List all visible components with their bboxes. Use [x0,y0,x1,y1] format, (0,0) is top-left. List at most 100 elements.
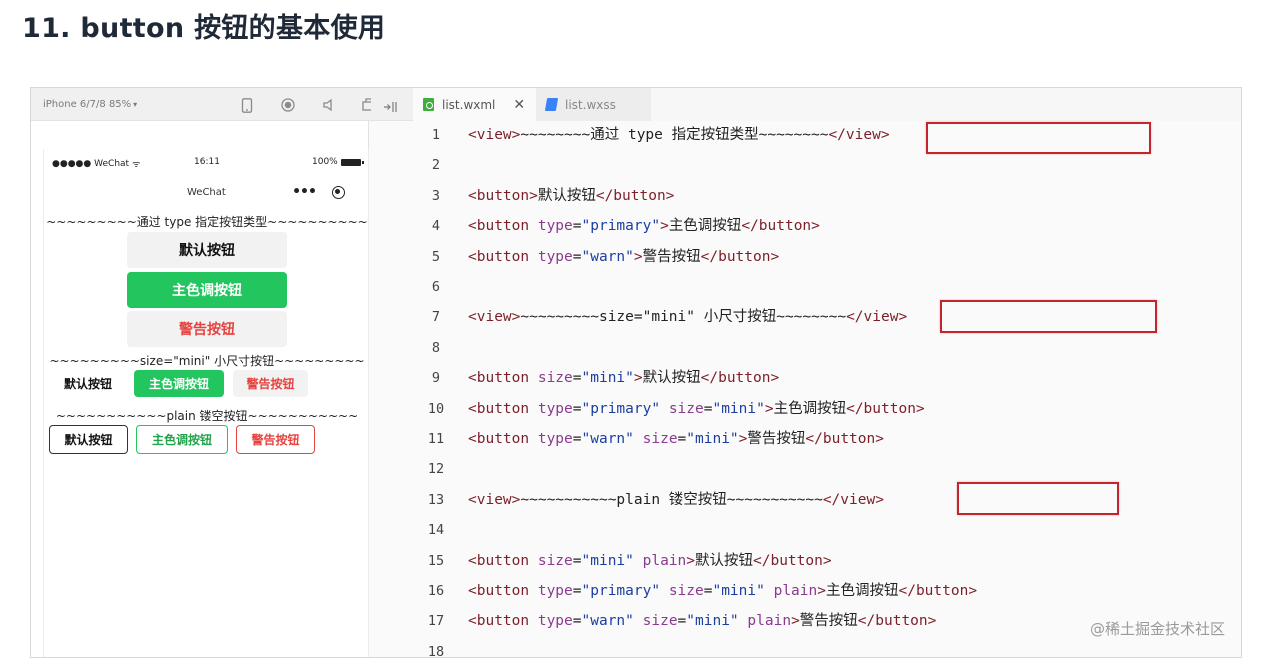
line-number: 15 [427,552,445,569]
battery-label: 100% [312,157,338,167]
code-token: 警告按钮 [642,248,701,265]
code-token: 默认按钮 [695,552,754,569]
code-token: <button [468,400,538,417]
code-line: 5 <button type="warn">警告按钮</button> [371,242,1241,272]
simulator-tools [226,95,390,115]
code-token: "mini" [712,400,765,417]
code-token: = [572,552,582,569]
tab-list-wxss[interactable]: list.wxss [536,88,651,121]
default-button[interactable]: 默认按钮 [127,232,287,268]
code-token: plain [773,583,818,599]
code-text: <button>默认按钮</button> [468,181,674,211]
code-token: > [817,583,826,599]
code-token: 主色调按钮 [668,218,742,235]
code-token: "warn" [581,248,634,265]
code-token: <button [468,552,538,569]
line-number: 12 [427,461,445,478]
close-icon[interactable]: ✕ [513,97,525,113]
code-token: </button> [700,370,780,387]
code-token: <button [468,248,538,265]
mini-primary-button[interactable]: 主色调按钮 [134,370,224,397]
code-token: 默认按钮 [642,370,701,387]
code-token: <button [468,431,538,447]
mini-warn-button[interactable]: 警告按钮 [233,370,308,397]
code-text: <button size="mini">默认按钮</button> [468,363,779,393]
code-token: </button> [846,400,925,417]
warn-button[interactable]: 警告按钮 [127,311,287,347]
code-text: <button type="primary" size="mini">主色调按钮… [468,394,925,424]
code-token: > [633,370,643,387]
code-token: type [537,583,573,599]
line-number: 18 [427,643,445,658]
simulator-panel: ●●●●● WeChat ᯤ 16:11 100% WeChat ••• ~~~… [31,121,369,657]
code-token: ~~~~~~~~通过 type 指定按钮类型~~~~~~~~ [520,127,829,143]
mini-default-button[interactable]: 默认按钮 [49,370,127,397]
phone-icon[interactable] [226,95,267,115]
line-number: 9 [431,370,441,387]
nav-title: WeChat [187,187,226,198]
record-icon[interactable] [267,95,308,115]
code-line: 9 <button size="mini">默认按钮</button> [371,363,1241,393]
line-number: 16 [427,583,445,599]
code-text: <view>~~~~~~~~~size="mini" 小尺寸按钮~~~~~~~~… [468,302,907,332]
more-icon[interactable]: ••• [287,185,321,199]
code-token: <button [468,583,538,599]
code-token: type [537,248,573,265]
page-heading: 11. button 按钮的基本使用 [22,13,386,44]
code-token: size [537,552,573,569]
code-token: </button> [595,187,675,204]
chevron-down-icon: ▾ [133,99,138,109]
device-select[interactable]: iPhone 6/7/8 85% ▾ [43,99,137,110]
code-token: type [537,218,573,235]
code-token: "mini" [581,552,634,569]
split-editor-icon[interactable] [383,98,399,117]
status-time: 16:11 [194,157,220,167]
watermark: @稀土掘金技术社区 [1090,620,1226,638]
code-token: "mini" [686,431,739,447]
code-text: <view>~~~~~~~~通过 type 指定按钮类型~~~~~~~~</vi… [468,120,890,150]
code-token: = [572,370,582,387]
primary-button[interactable]: 主色调按钮 [127,272,287,308]
tab-label: list.wxml [442,97,496,112]
plain-section-label: ~~~~~~~~~~~plain 镂空按钮~~~~~~~~~~~ [55,409,359,423]
code-line: 11 <button type="warn" size="mini">警告按钮</… [371,424,1241,454]
carrier-label: ●●●●● WeChat [52,158,130,169]
code-token: <button> [468,187,538,204]
code-token: 主色调按钮 [773,400,847,417]
close-capsule-button[interactable] [321,185,355,199]
plain-primary-button[interactable]: 主色调按钮 [136,425,228,454]
code-editor[interactable]: 1 <view>~~~~~~~~通过 type 指定按钮类型~~~~~~~~</v… [371,120,1241,658]
code-token: </button> [857,613,937,630]
code-token: 警告按钮 [747,431,806,447]
code-text: <button type="primary">主色调按钮</button> [468,211,820,241]
line-number: 8 [431,339,441,356]
line-number: 3 [431,187,441,204]
code-token: = [572,613,582,630]
code-token: = [572,583,582,599]
line-number: 14 [427,522,445,539]
line-number: 1 [431,127,441,143]
volume-icon[interactable] [308,95,349,115]
code-token: > [660,218,669,235]
tab-list-wxml[interactable]: list.wxml ✕ [413,88,536,121]
tab-bar-fill [651,88,1241,121]
code-token: "mini" [581,370,634,387]
line-number: 6 [431,279,441,295]
code-token: </button> [741,218,820,235]
code-token: > [791,613,800,630]
plain-warn-button[interactable]: 警告按钮 [236,425,315,454]
code-token: </button> [753,552,832,569]
code-token: size [642,431,678,447]
code-token: ~~~~~~~~~size="mini" 小尺寸按钮~~~~~~~~ [520,309,847,326]
code-token: size [668,400,704,417]
code-line: 13 <view>~~~~~~~~~~~plain 镂空按钮~~~~~~~~~~~… [371,485,1241,515]
code-text: <button type="warn" size="mini" plain>警告… [468,606,936,636]
code-text: <view>~~~~~~~~~~~plain 镂空按钮~~~~~~~~~~~</… [468,485,884,515]
code-line: 18 [371,637,1241,658]
plain-default-button[interactable]: 默认按钮 [49,425,128,454]
code-line: 16 <button type="primary" size="mini" pla… [371,576,1241,606]
code-token: "primary" [581,218,661,235]
